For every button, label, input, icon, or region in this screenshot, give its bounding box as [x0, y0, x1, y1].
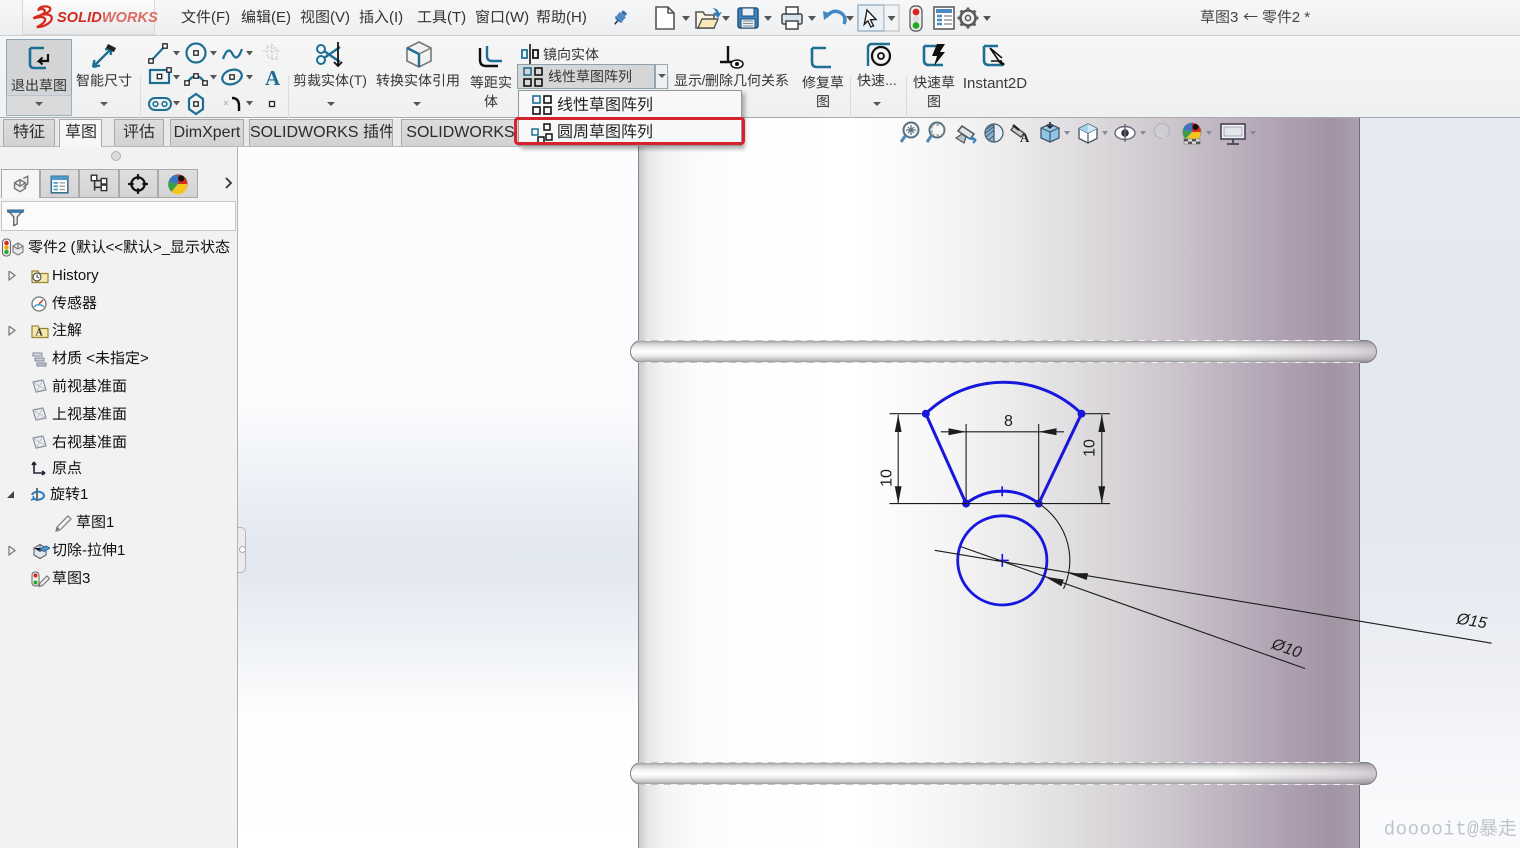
svg-text:10: 10: [1082, 439, 1099, 457]
svg-text:Ø15: Ø15: [1454, 611, 1488, 633]
svg-text:8: 8: [1004, 413, 1013, 430]
svg-text:A: A: [1020, 130, 1030, 145]
svg-text:10: 10: [879, 469, 896, 487]
